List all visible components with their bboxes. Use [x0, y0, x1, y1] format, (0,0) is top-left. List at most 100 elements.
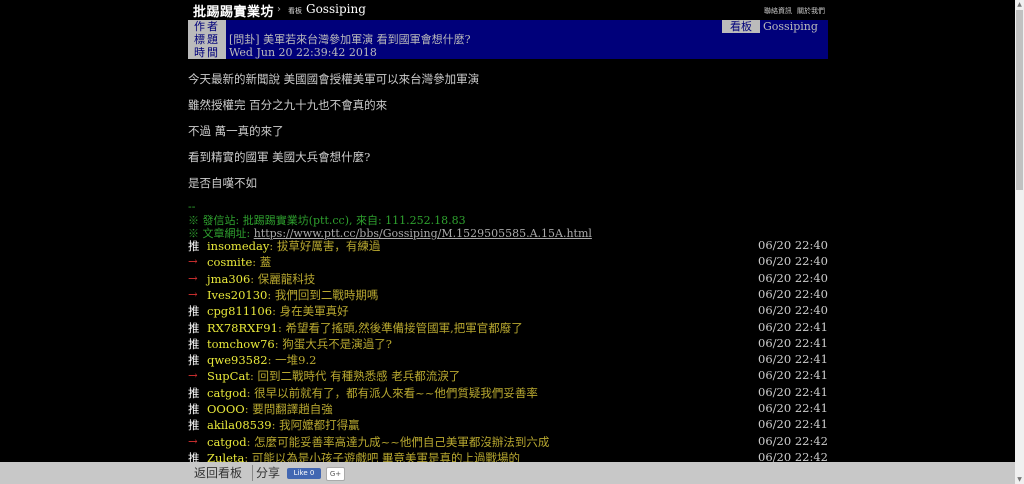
- push-content: : 我阿嬤都打得贏: [271, 418, 360, 433]
- push-time: 06/20 22:42: [758, 433, 828, 448]
- push-content: : 保麗龍科技: [250, 271, 316, 286]
- bottom-bar: 返回看板 分享 Like 0 G+: [0, 462, 1015, 484]
- article-time: Wed Jun 20 22:39:42 2018: [229, 46, 377, 59]
- push-user-id: Ives20130: 我們回到二戰時期嗎: [207, 287, 378, 303]
- push-username: tomchow76: [207, 336, 275, 351]
- divider: [252, 465, 253, 481]
- push-tag-arrow: →: [188, 433, 198, 448]
- push-time: 06/20 22:41: [758, 417, 828, 432]
- scroll-down-arrow-icon[interactable]: ▼: [1015, 475, 1024, 484]
- push-user-id: OOOO: 要問翻譯趙自強: [207, 401, 333, 417]
- meta-time-row: 時間 Wed Jun 20 22:39:42 2018: [188, 46, 828, 59]
- breadcrumb-board-link[interactable]: Gossiping: [306, 2, 366, 16]
- push-time: 06/20 22:40: [758, 238, 828, 252]
- push-content: : 身在美軍真好: [272, 304, 349, 319]
- push-row: → jma306: 保麗龍科技 06/20 22:40: [188, 271, 828, 287]
- push-username: OOOO: [207, 402, 245, 416]
- push-content: : 一堆9.2: [267, 353, 317, 368]
- push-row: → cosmite: 蓋 06/20 22:40: [188, 254, 828, 270]
- vertical-scrollbar[interactable]: ▲ ▼: [1015, 0, 1024, 484]
- push-username: RX78RXF91: [207, 320, 278, 335]
- content-line: 今天最新的新聞說 美國國會授權美軍可以來台灣參加軍演: [188, 72, 480, 86]
- push-time: 06/20 22:40: [758, 254, 828, 269]
- push-username: catgod: [207, 434, 247, 449]
- push-content: : 回到二戰時代 有種熟悉感 老兵都流淚了: [249, 369, 461, 384]
- push-time: 06/20 22:40: [758, 270, 828, 285]
- push-content: : 拔草好厲害，有練過: [269, 239, 381, 253]
- title-tag: 標題: [188, 33, 226, 46]
- push-username: cpg811106: [207, 304, 273, 319]
- push-row: 推 tomchow76: 狗蛋大兵不是演過了? 06/20 22:41: [188, 336, 828, 352]
- push-time: 06/20 22:41: [758, 319, 828, 334]
- push-content: : 希望看了搖頭,然後準備接管國軍,把軍官都廢了: [277, 320, 523, 335]
- push-row: → Ives20130: 我們回到二戰時期嗎 06/20 22:40: [188, 287, 828, 303]
- about-link[interactable]: 關於我們: [797, 6, 825, 16]
- time-tag: 時間: [188, 46, 226, 59]
- push-row: 推 OOOO: 要問翻譯趙自強 06/20 22:41: [188, 401, 828, 417]
- meta-author-row: 作者 看板 Gossiping: [188, 20, 828, 33]
- breadcrumb-board-label: 看板: [288, 7, 302, 15]
- share-label: 分享: [256, 466, 281, 480]
- push-user-id: cpg811106: 身在美軍真好: [207, 303, 349, 319]
- push-tag-arrow: →: [188, 368, 198, 383]
- push-content: : 狗蛋大兵不是演過了?: [274, 336, 392, 351]
- push-time: 06/20 22:41: [758, 368, 828, 383]
- push-tag-good: 推: [188, 418, 200, 433]
- push-tag-good: 推: [188, 239, 200, 253]
- push-user-id: insomeday: 拔草好厲害，有練過: [207, 238, 380, 254]
- push-time: 06/20 22:41: [758, 352, 828, 367]
- content-line: 不過 萬一真的來了: [188, 124, 284, 138]
- article-title: [問卦] 美軍若來台灣參加軍演 看到國軍會想什麼?: [229, 33, 471, 46]
- push-username: qwe93582: [207, 353, 268, 368]
- author-tag: 作者: [188, 20, 226, 33]
- push-user-id: akila08539: 我阿嬤都打得贏: [207, 417, 360, 433]
- push-tag-arrow: →: [188, 286, 198, 301]
- push-username: catgod: [207, 385, 247, 400]
- push-time: 06/20 22:40: [758, 286, 828, 301]
- push-time: 06/20 22:41: [758, 401, 828, 415]
- push-user-id: qwe93582: 一堆9.2: [207, 352, 316, 368]
- site-title-link[interactable]: 批踢踢實業坊: [193, 1, 274, 20]
- board-value: Gossiping: [763, 20, 818, 33]
- push-tag-arrow: →: [188, 254, 198, 269]
- facebook-like-button[interactable]: Like 0: [287, 468, 321, 479]
- content-line: 雖然授權完 百分之九十九也不會真的來: [188, 98, 388, 112]
- push-tag-arrow: →: [188, 270, 198, 285]
- push-user-id: catgod: 很早以前就有了，都有派人來看~~他們質疑我們妥善率: [207, 385, 538, 401]
- contact-link[interactable]: 聯絡資訊: [764, 6, 792, 16]
- push-time: 06/20 22:40: [758, 303, 828, 318]
- push-row: 推 RX78RXF91: 希望看了搖頭,然後準備接管國軍,把軍官都廢了 06/20 …: [188, 320, 828, 336]
- push-row: 推 akila08539: 我阿嬤都打得贏 06/20 22:41: [188, 417, 828, 433]
- meta-title-row: 標題 [問卦] 美軍若來台灣參加軍演 看到國軍會想什麼?: [188, 33, 828, 46]
- push-row: 推 cpg811106: 身在美軍真好 06/20 22:40: [188, 303, 828, 319]
- content-line: 是否自嘆不如: [188, 176, 257, 190]
- push-tag-good: 推: [188, 402, 200, 416]
- push-content: : 很早以前就有了，都有派人來看~~他們質疑我們妥善率: [246, 385, 538, 400]
- push-tag-good: 推: [188, 304, 200, 319]
- push-tag-good: 推: [188, 320, 200, 335]
- google-plus-button[interactable]: G+: [326, 467, 345, 481]
- push-tag-good: 推: [188, 353, 200, 368]
- back-to-board-button[interactable]: 返回看板: [188, 462, 248, 484]
- scroll-up-arrow-icon[interactable]: ▲: [1015, 0, 1024, 9]
- push-tag-good: 推: [188, 385, 200, 400]
- push-row: 推 qwe93582: 一堆9.2 06/20 22:41: [188, 352, 828, 368]
- push-username: akila08539: [207, 418, 272, 433]
- push-time: 06/20 22:41: [758, 335, 828, 350]
- push-user-id: RX78RXF91: 希望看了搖頭,然後準備接管國軍,把軍官都廢了: [207, 320, 523, 336]
- breadcrumb-separator: ›: [277, 4, 281, 15]
- board-tag: 看板: [722, 20, 760, 33]
- push-user-id: catgod: 怎麼可能妥善率高達九成~~他們自己美軍都沒辦法到六成: [207, 434, 549, 450]
- push-username: insomeday: [207, 239, 270, 253]
- push-user-id: cosmite: 蓋: [207, 254, 271, 270]
- push-content: : 怎麼可能妥善率高達九成~~他們自己美軍都沒辦法到六成: [246, 434, 550, 449]
- push-tag-good: 推: [188, 336, 200, 351]
- push-username: cosmite: [207, 255, 253, 270]
- push-user-id: jma306: 保麗龍科技: [207, 271, 315, 287]
- top-nav-bar: 批踢踢實業坊 › 看板 Gossiping 聯絡資訊 關於我們: [0, 0, 1015, 20]
- push-username: Ives20130: [207, 287, 268, 302]
- scroll-thumb[interactable]: [1016, 10, 1023, 190]
- push-row: 推 insomeday: 拔草好厲害，有練過 06/20 22:40: [188, 238, 828, 254]
- push-row: → catgod: 怎麼可能妥善率高達九成~~他們自己美軍都沒辦法到六成 06/20…: [188, 434, 828, 450]
- push-content: : 我們回到二戰時期嗎: [267, 287, 379, 302]
